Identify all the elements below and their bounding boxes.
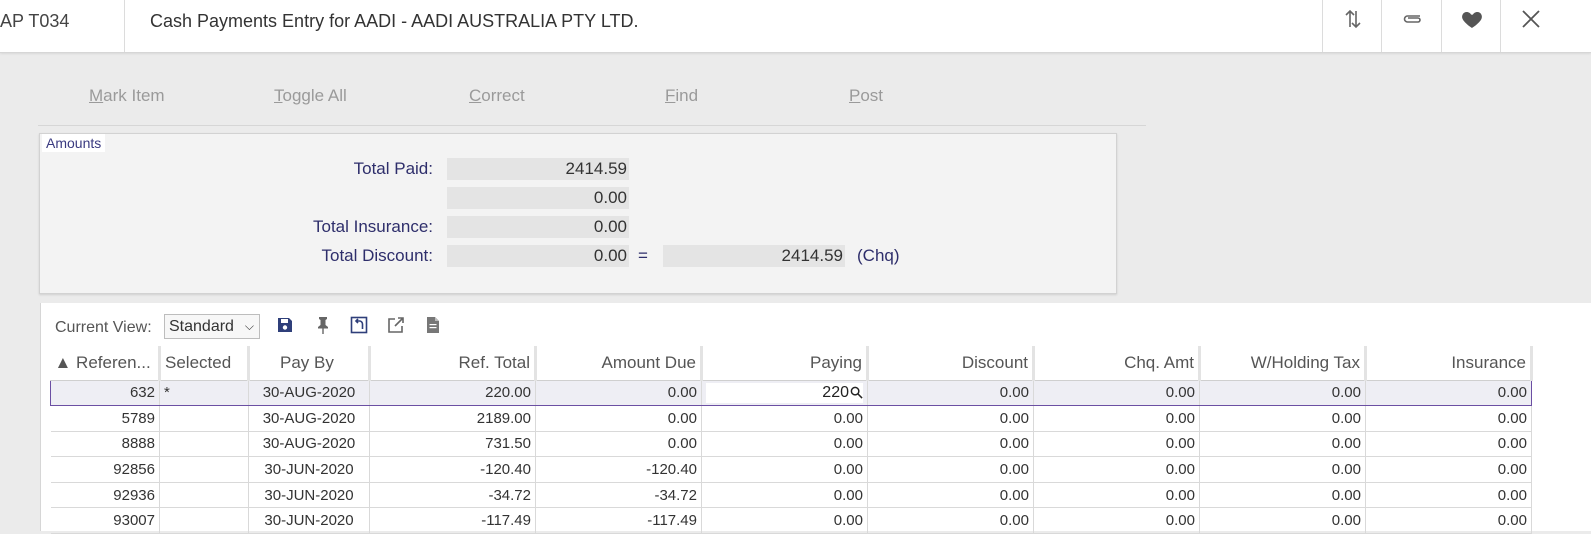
favourite-button[interactable]	[1441, 0, 1501, 52]
column-header-reference[interactable]: ▲ Referen...	[50, 346, 161, 381]
unlabeled-amount-value: 0.00	[447, 187, 629, 209]
close-button[interactable]	[1500, 0, 1560, 52]
table-header-row: ▲ Referen... Selected Pay By Ref. Total …	[50, 346, 1533, 381]
post-button[interactable]: Post	[849, 86, 883, 106]
table-row[interactable]: 92856 30-JUN-2020 -120.40 -120.40 0.00 0…	[50, 456, 1532, 483]
current-view-label: Current View:	[55, 319, 152, 336]
total-discount-label: Total Discount:	[321, 246, 434, 265]
close-icon	[1519, 7, 1543, 36]
total-insurance-label: Total Insurance:	[312, 217, 433, 236]
mark-item-button[interactable]: Mark Item	[89, 86, 165, 106]
reset-icon	[349, 316, 369, 339]
total-discount-value: 0.00	[447, 245, 629, 267]
column-header-amount-due[interactable]: Amount Due	[535, 346, 703, 381]
refresh-view-button[interactable]	[349, 315, 369, 335]
total-paid-value: 2414.59	[447, 158, 629, 180]
table-row[interactable]: 5789 30-AUG-2020 2189.00 0.00 0.00 0.00 …	[50, 405, 1532, 432]
find-button[interactable]: Find	[665, 86, 698, 106]
column-header-discount[interactable]: Discount	[867, 346, 1035, 381]
pin-view-button[interactable]	[313, 315, 333, 335]
total-insurance-value: 0.00	[447, 216, 629, 238]
window-header: AP T034 Cash Payments Entry for AADI - A…	[0, 0, 1591, 53]
column-header-ref-total[interactable]: Ref. Total	[369, 346, 537, 381]
pin-icon	[313, 317, 333, 339]
document-button[interactable]	[423, 315, 443, 335]
save-view-button[interactable]	[275, 315, 295, 335]
save-icon	[275, 318, 295, 339]
column-header-withholding-tax[interactable]: W/Holding Tax	[1199, 346, 1367, 381]
sort-arrows-icon	[1341, 7, 1365, 36]
heart-icon	[1460, 7, 1484, 36]
equals-sign: =	[638, 246, 648, 265]
correct-button[interactable]: Correct	[469, 86, 525, 106]
table-row[interactable]: 92936 30-JUN-2020 -34.72 -34.72 0.00 0.0…	[50, 482, 1532, 509]
paying-input[interactable]: 220	[706, 382, 863, 403]
export-button[interactable]	[386, 315, 406, 335]
amounts-legend: Amounts	[42, 134, 106, 152]
paying-cell-editor[interactable]: 220	[701, 379, 868, 407]
sort-button[interactable]	[1322, 0, 1382, 52]
amounts-panel: Amounts Total Paid: 2414.59 0.00 Total I…	[39, 133, 1117, 294]
action-toolbar: Mark Item Toggle All Correct Find Post	[38, 70, 1146, 126]
net-total-value: 2414.59	[663, 245, 845, 267]
column-header-paying[interactable]: Paying	[701, 346, 869, 381]
column-header-selected[interactable]: Selected	[159, 346, 250, 381]
payments-table: ▲ Referen... Selected Pay By Ref. Total …	[50, 346, 1533, 534]
column-header-pay-by[interactable]: Pay By	[248, 346, 371, 381]
chevron-down-icon: ⌵	[244, 319, 254, 333]
attachment-button[interactable]	[1381, 0, 1441, 52]
payments-grid-panel: Current View: Standard ⌵ ▲ Referen... Se…	[40, 303, 1591, 534]
table-row[interactable]: 93007 30-JUN-2020 -117.49 -117.49 0.00 0…	[50, 507, 1532, 534]
document-icon	[423, 317, 443, 339]
external-link-icon	[386, 317, 406, 339]
column-header-chq-amt[interactable]: Chq. Amt	[1033, 346, 1201, 381]
paperclip-icon	[1400, 7, 1424, 36]
page-title: Cash Payments Entry for AADI - AADI AUST…	[150, 11, 639, 31]
table-row[interactable]: 8888 30-AUG-2020 731.50 0.00 0.00 0.00 0…	[50, 431, 1532, 458]
cheque-label: (Chq)	[857, 246, 900, 265]
total-paid-label: Total Paid:	[353, 159, 433, 178]
app-code: AP T034	[0, 0, 125, 52]
table-row[interactable]: 632 * 30-AUG-2020 220.00 0.00 220 0.00 0…	[50, 379, 1532, 407]
toggle-all-button[interactable]: Toggle All	[274, 86, 347, 106]
current-view-select[interactable]: Standard ⌵	[164, 314, 260, 339]
lookup-search-icon[interactable]	[850, 386, 863, 399]
column-header-insurance[interactable]: Insurance	[1365, 346, 1533, 381]
